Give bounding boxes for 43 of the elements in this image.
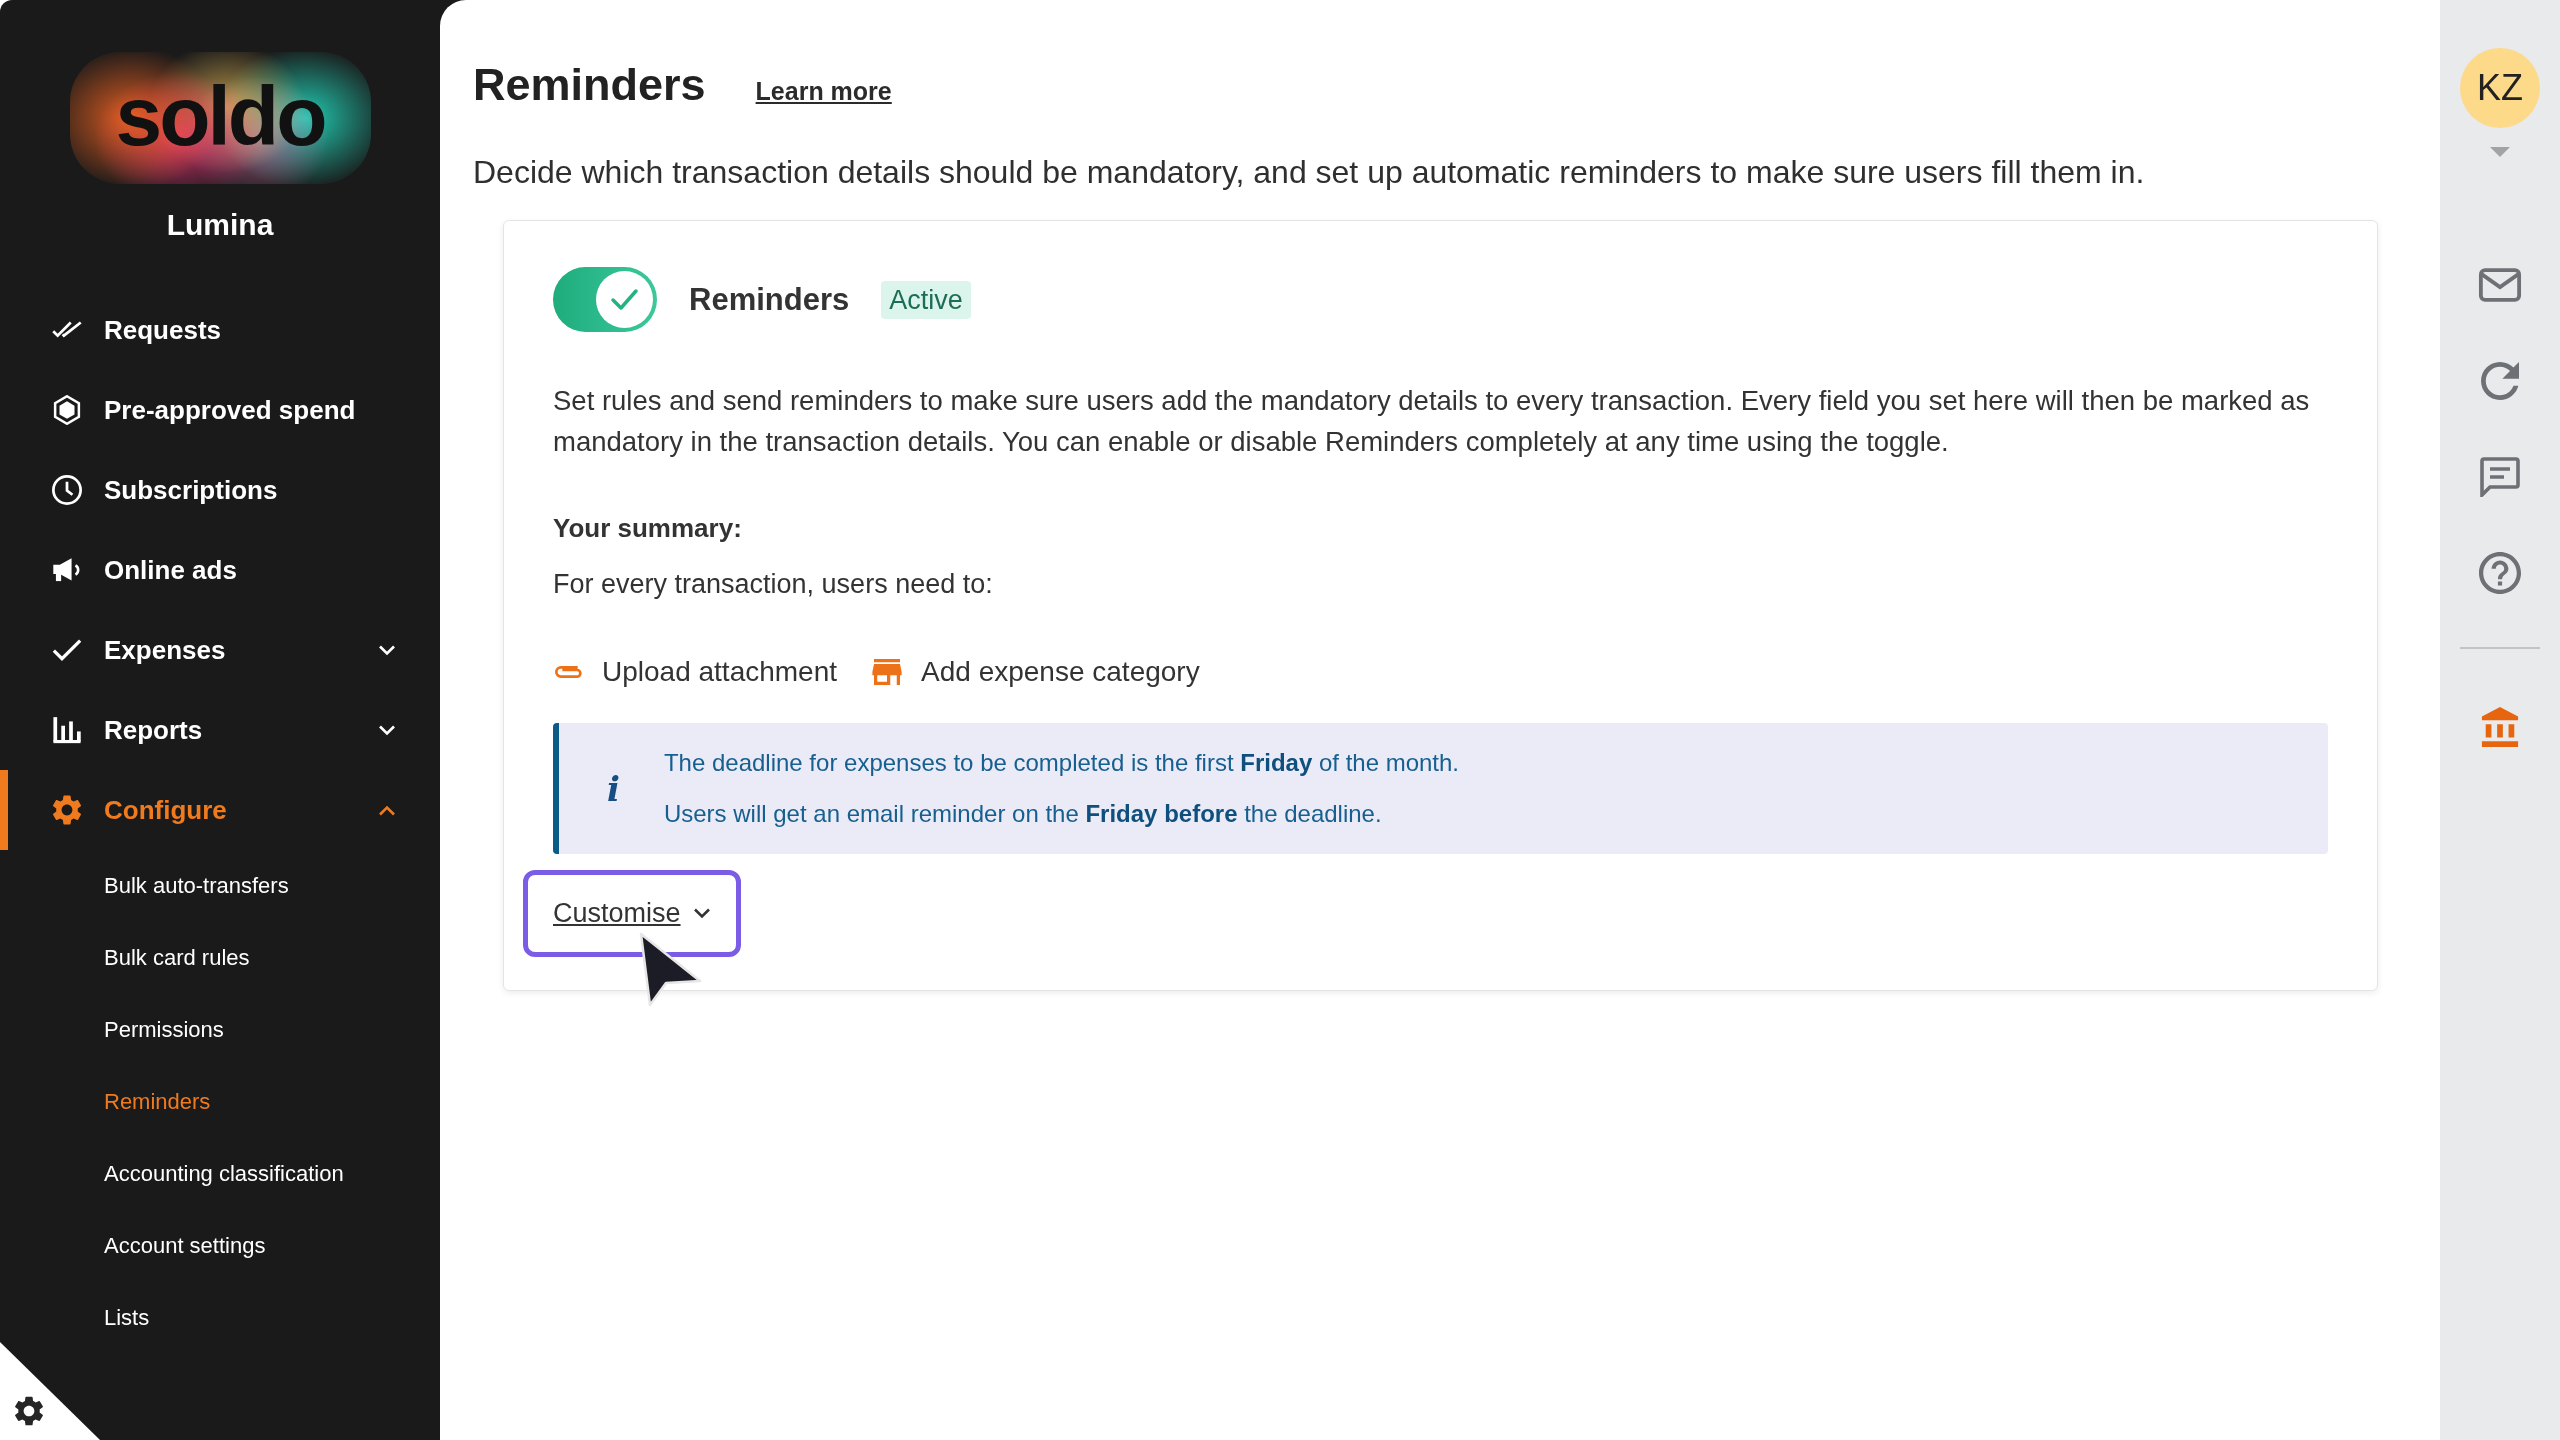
status-badge: Active: [881, 280, 971, 319]
info-text: Users will get an email reminder on the Friday before the deadline.: [663, 799, 1383, 829]
nav-subitem[interactable]: Bulk auto-transfers: [0, 850, 440, 922]
store-icon: [872, 659, 903, 685]
requirement-label: Upload attachment: [602, 655, 838, 689]
requirement-label: Add expense category: [921, 655, 1200, 689]
summary-text: For every transaction, users need to:: [553, 568, 994, 601]
caret-down-icon[interactable]: [2490, 147, 2510, 157]
info-icon: i: [607, 771, 620, 806]
nav-subitem[interactable]: Lists: [0, 1282, 440, 1354]
nav-subitem[interactable]: Bulk card rules: [0, 922, 440, 994]
summary-heading: Your summary:: [553, 512, 743, 545]
page-description: Decide which transaction details should be mandatory, and set up automatic reminders to make sure users fill them in.: [473, 153, 2146, 192]
mail-icon[interactable]: [2478, 268, 2522, 302]
page-title: Reminders: [473, 58, 706, 112]
nav-subitem[interactable]: Reminders: [0, 1066, 440, 1138]
nav-item[interactable]: Pre-approved spend: [0, 370, 440, 450]
gear-icon: [52, 795, 82, 825]
chat-icon[interactable]: [2480, 457, 2520, 497]
nav-subitem[interactable]: Account settings: [0, 1210, 440, 1282]
info-text: The deadline for expenses to be completed is the first Friday of the month.: [663, 748, 1460, 778]
clock-icon: [52, 475, 82, 505]
nav-item[interactable]: Subscriptions: [0, 450, 440, 530]
bar-chart-icon: [52, 715, 82, 745]
hexagon-icon: [52, 395, 82, 425]
avatar[interactable]: KZ: [2460, 48, 2540, 128]
nav-subitem[interactable]: Permissions: [0, 994, 440, 1066]
nav-subitem[interactable]: Accounting classification: [0, 1138, 440, 1210]
bank-icon[interactable]: [2480, 707, 2520, 747]
settings-icon: [15, 1396, 43, 1426]
help-icon[interactable]: [2479, 552, 2521, 594]
check-icon: [596, 271, 653, 328]
refresh-icon[interactable]: [2481, 362, 2519, 400]
card-description: Set rules and send reminders to make sure users add the mandatory details to every transaction. Every field you set here will then be marked as mandatory in the transaction details. You can enable or disable Reminders completely at any time using the toggle.: [553, 384, 2311, 459]
learn-more-link[interactable]: Learn more: [755, 77, 892, 106]
organization-name: Lumina: [166, 207, 274, 243]
nav-item[interactable]: Online ads: [0, 530, 440, 610]
nav-item[interactable]: Reports: [0, 690, 440, 770]
chevron-down-icon: [692, 908, 711, 919]
nav-item[interactable]: Requests: [0, 290, 440, 370]
card-title: Reminders: [689, 281, 850, 318]
customise-button[interactable]: Customise: [523, 870, 741, 957]
nav-item[interactable]: Expenses: [0, 610, 440, 690]
